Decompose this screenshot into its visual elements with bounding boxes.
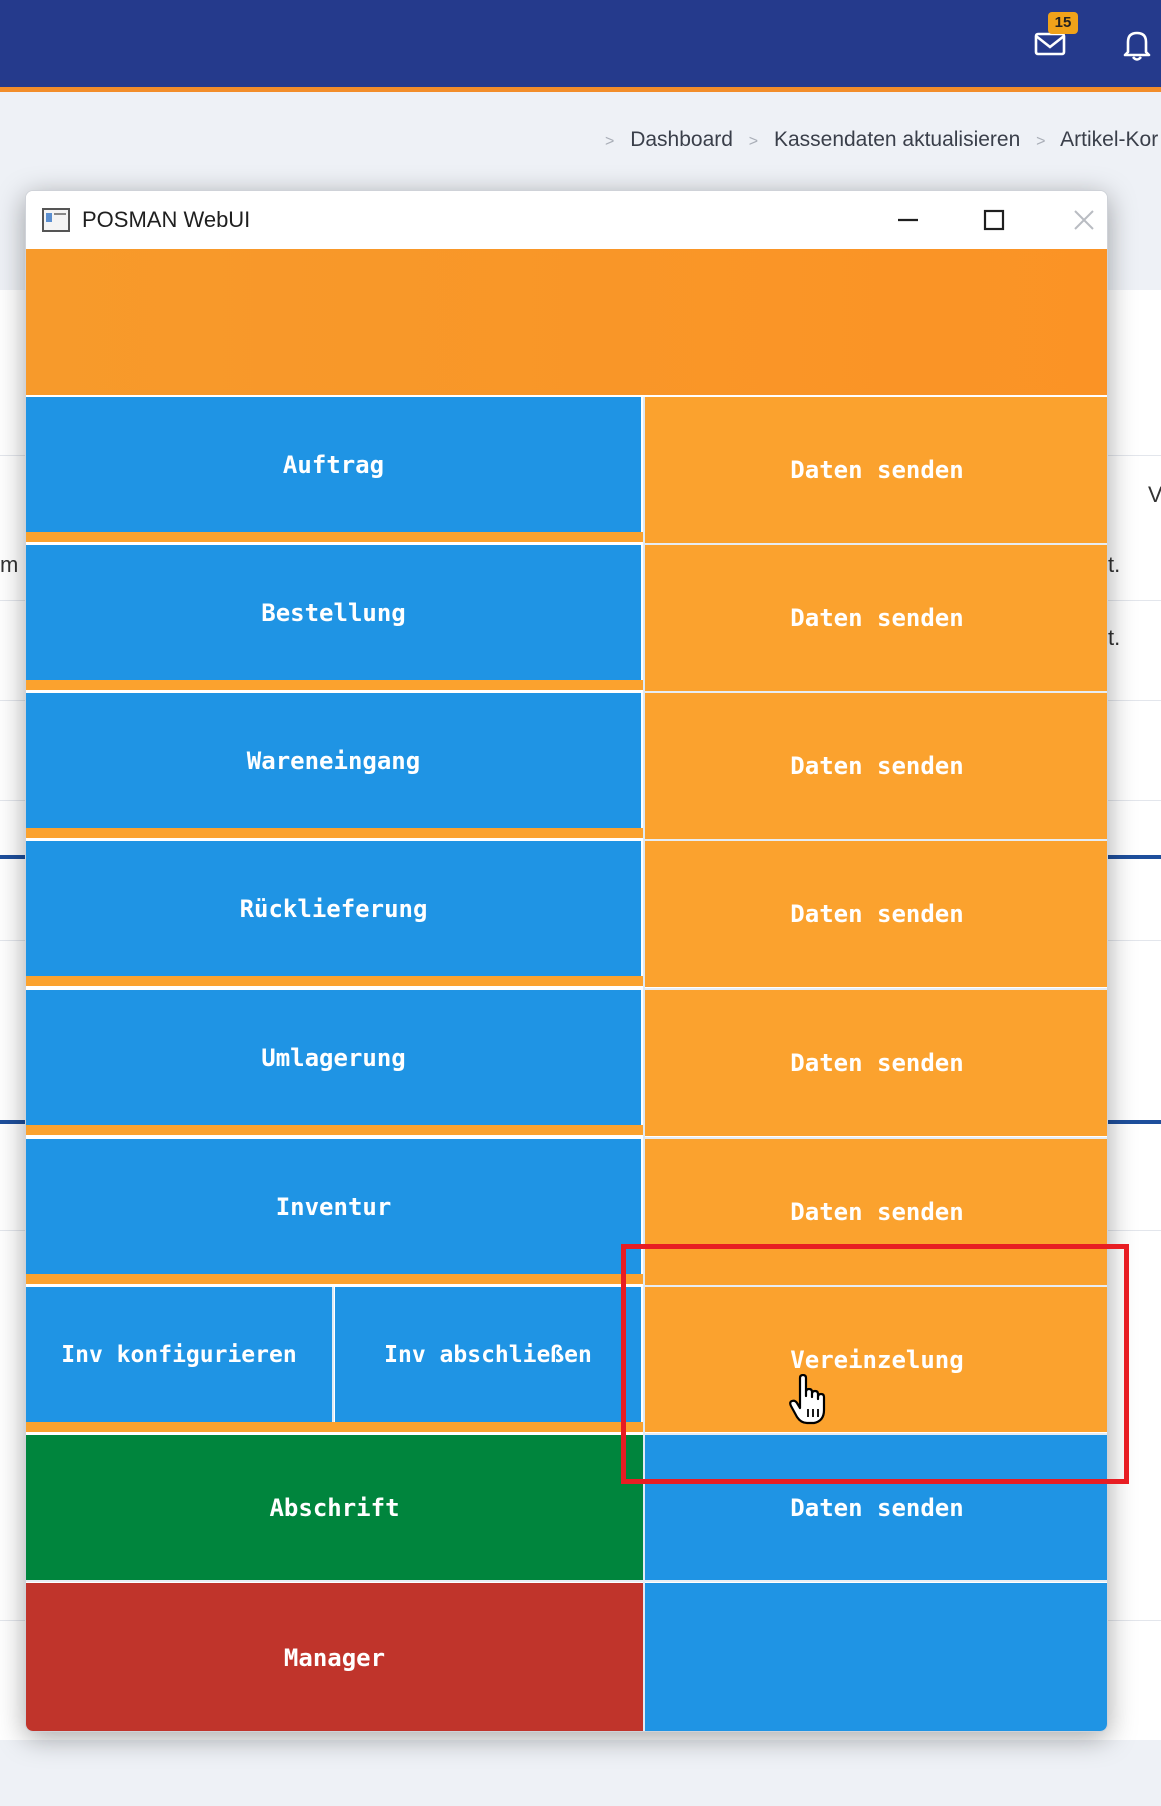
app-window-icon <box>42 208 70 232</box>
row-divider <box>645 691 1107 693</box>
app-header: 15 <box>0 0 1161 92</box>
ruecklieferung-daten-senden-button[interactable]: Daten senden <box>645 841 1107 987</box>
row-divider <box>645 988 1107 990</box>
background-text-fragment: t. <box>1108 552 1121 577</box>
mail-count-badge: 15 <box>1048 12 1078 34</box>
wareneingang-button[interactable]: Wareneingang <box>26 693 641 828</box>
posman-window: POSMAN WebUI Auftrag Daten senden Bestel… <box>25 190 1108 1732</box>
row-divider <box>645 839 1107 841</box>
row-separator <box>26 1422 643 1432</box>
breadcrumb-dashboard[interactable]: Dashboard <box>630 128 733 151</box>
breadcrumb-separator-icon: > <box>1036 133 1046 150</box>
inventur-button[interactable]: Inventur <box>26 1139 641 1274</box>
row-divider <box>645 543 1107 545</box>
row-separator <box>26 532 643 542</box>
empty-blue-tile[interactable] <box>645 1583 1107 1731</box>
breadcrumb-separator-icon: > <box>748 133 759 150</box>
bestellung-daten-senden-button[interactable]: Daten senden <box>645 545 1107 691</box>
bestellung-button[interactable]: Bestellung <box>26 545 641 680</box>
column-divider <box>643 397 645 1731</box>
umlagerung-button[interactable]: Umlagerung <box>26 990 641 1125</box>
window-titlebar: POSMAN WebUI <box>26 191 1107 249</box>
orange-banner <box>26 249 1107 395</box>
manager-button[interactable]: Manager <box>26 1583 643 1731</box>
background-text-fragment: m <box>0 552 19 577</box>
background-text-fragment: V <box>1148 482 1161 507</box>
bell-icon[interactable] <box>1115 22 1159 66</box>
row-separator <box>26 1125 643 1135</box>
row-separator <box>26 976 643 986</box>
maximize-icon[interactable] <box>974 200 1014 240</box>
auftrag-button[interactable]: Auftrag <box>26 397 641 532</box>
breadcrumb-separator-icon: > <box>605 133 615 150</box>
window-title: POSMAN WebUI <box>82 207 251 232</box>
wareneingang-daten-senden-button[interactable]: Daten senden <box>645 693 1107 839</box>
minimize-icon[interactable] <box>888 200 928 240</box>
breadcrumb: > Dashboard > Kassendaten aktualisieren … <box>595 128 1158 152</box>
breadcrumb-artikel[interactable]: Artikel-Kor <box>1060 128 1158 151</box>
hand-pointer-icon <box>788 1373 828 1426</box>
inv-konfigurieren-button[interactable]: Inv konfigurieren <box>26 1287 332 1422</box>
row-divider <box>26 1580 1107 1582</box>
auftrag-daten-senden-button[interactable]: Daten senden <box>645 397 1107 543</box>
ruecklieferung-button[interactable]: Rücklieferung <box>26 841 641 976</box>
tile-divider <box>332 1287 334 1432</box>
row-divider <box>645 1137 1107 1139</box>
row-separator <box>26 680 643 690</box>
row-separator <box>26 828 643 838</box>
highlight-box <box>621 1244 1129 1484</box>
row-separator <box>26 1274 643 1284</box>
abschrift-button[interactable]: Abschrift <box>26 1435 643 1580</box>
close-icon[interactable] <box>1064 200 1104 240</box>
inv-abschliessen-button[interactable]: Inv abschließen <box>335 1287 641 1422</box>
breadcrumb-kassendaten[interactable]: Kassendaten aktualisieren <box>774 128 1020 151</box>
background-text-fragment: t. <box>1108 625 1121 650</box>
umlagerung-daten-senden-button[interactable]: Daten senden <box>645 990 1107 1136</box>
